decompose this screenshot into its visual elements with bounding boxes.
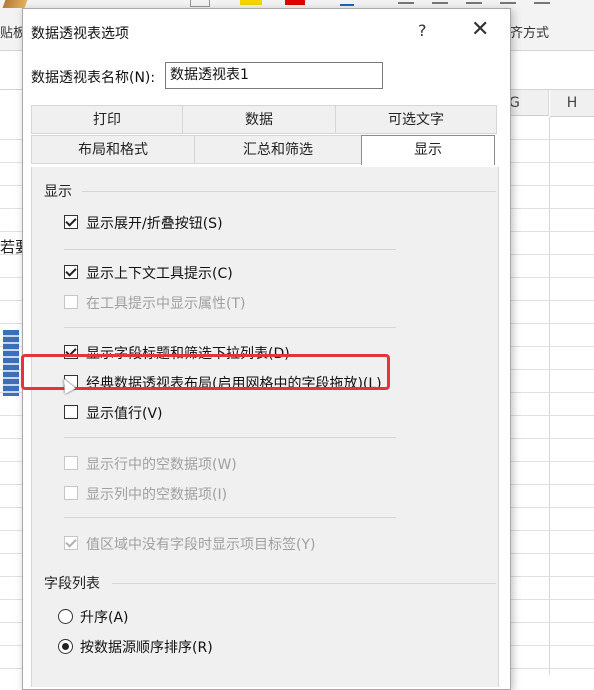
tab-totals-filters[interactable]: 汇总和筛选: [194, 135, 362, 164]
tab-display[interactable]: 显示: [361, 135, 495, 165]
alignment-group-label: 齐方式: [510, 26, 550, 41]
section-display-label: 显示: [44, 184, 72, 200]
pivot-name-label: 数据透视表名称(N):: [31, 70, 156, 86]
align-icon[interactable]: [466, 2, 482, 4]
group-divider: [64, 437, 396, 438]
section-field-list-label: 字段列表: [44, 576, 100, 592]
font-color-icon[interactable]: [285, 0, 305, 5]
align-icon[interactable]: [500, 2, 516, 4]
dialog-titlebar[interactable]: 数据透视表选项 ? ✕: [23, 9, 510, 51]
pivot-options-dialog: 数据透视表选项 ? ✕ 数据透视表名称(N): 数据透视表1 打印 数据 可选文…: [22, 8, 511, 690]
group-divider: [64, 249, 396, 250]
column-header-h[interactable]: H: [550, 90, 594, 117]
group-divider: [64, 517, 396, 518]
checkbox[interactable]: [64, 405, 78, 419]
checkbox: [64, 486, 78, 500]
radio-button[interactable]: [58, 639, 73, 654]
align-icon[interactable]: [432, 2, 448, 4]
tab-data[interactable]: 数据: [182, 105, 336, 134]
text-direction-icon[interactable]: [340, 0, 354, 6]
fill-color-icon[interactable]: [240, 0, 262, 5]
pivot-name-input[interactable]: 数据透视表1: [165, 62, 383, 89]
checkbox[interactable]: [64, 265, 78, 279]
checkbox: [64, 295, 78, 309]
tab-alt-text[interactable]: 可选文字: [335, 105, 497, 134]
column-header-g[interactable]: G: [505, 90, 549, 116]
dialog-title: 数据透视表选项: [31, 26, 129, 42]
checkbox: [64, 456, 78, 470]
field-list-icon[interactable]: [3, 330, 19, 396]
align-icon[interactable]: [534, 2, 550, 4]
close-button[interactable]: ✕: [471, 17, 489, 42]
format-painter-icon[interactable]: [2, 0, 28, 8]
tab-print[interactable]: 打印: [31, 105, 183, 134]
border-icon[interactable]: [190, 0, 210, 7]
checkbox[interactable]: [64, 215, 78, 229]
annotation-highlight-box: [21, 354, 390, 390]
section-divider: [82, 191, 496, 192]
radio-button[interactable]: [58, 609, 73, 624]
section-divider: [112, 583, 496, 584]
checkbox: [64, 536, 78, 550]
tab-layout-format[interactable]: 布局和格式: [31, 135, 195, 164]
align-icon[interactable]: [398, 2, 414, 4]
tabs-row-1: 打印 数据 可选文字: [31, 105, 497, 134]
help-button[interactable]: ?: [418, 21, 427, 40]
align-buttons: [398, 0, 578, 6]
tabs-row-2: 布局和格式 汇总和筛选 显示: [31, 135, 497, 165]
display-tab-panel: 显示 显示展开/折叠按钮(S) 显示上下文工具提示(C) 在工具提示中显示属性(…: [31, 167, 499, 687]
group-divider: [64, 327, 396, 328]
